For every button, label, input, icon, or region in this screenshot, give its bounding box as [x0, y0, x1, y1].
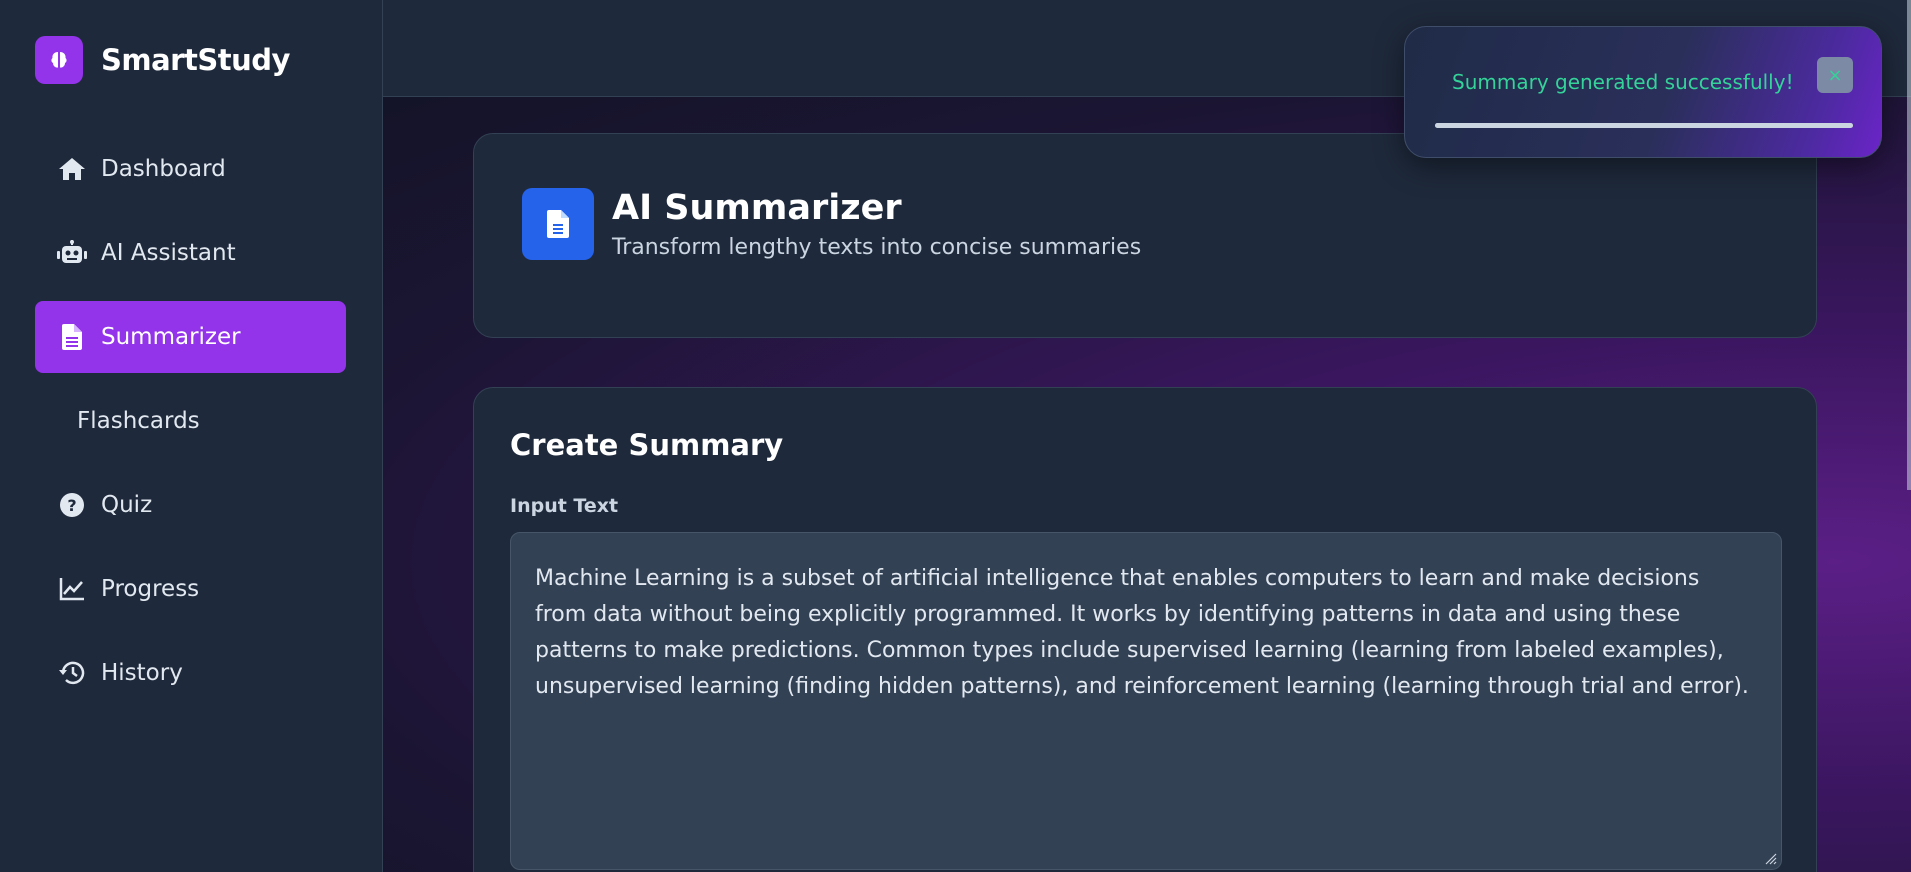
- section-title: Create Summary: [510, 428, 784, 462]
- summarizer-header-card: AI Summarizer Transform lengthy texts in…: [473, 133, 1817, 338]
- question-circle-icon: ?: [57, 490, 87, 520]
- sidebar-item-label: History: [101, 660, 183, 686]
- history-icon: [57, 658, 87, 688]
- scrollbar[interactable]: [1907, 0, 1911, 490]
- toast-progress-bar: [1435, 123, 1853, 128]
- toast-progress-fill: [1435, 123, 1853, 128]
- close-icon[interactable]: ×: [1817, 57, 1853, 93]
- brain-icon: [35, 36, 83, 84]
- input-text-area[interactable]: Machine Learning is a subset of artifici…: [510, 532, 1782, 870]
- create-summary-card: Create Summary Input Text Machine Learni…: [473, 387, 1817, 872]
- sidebar-item-label: Dashboard: [101, 156, 226, 182]
- sidebar-item-flashcards[interactable]: Flashcards: [35, 385, 346, 457]
- sidebar-item-summarizer[interactable]: Summarizer: [35, 301, 346, 373]
- input-text-label: Input Text: [510, 495, 619, 517]
- brand-name: SmartStudy: [101, 43, 290, 77]
- sidebar-item-label: Progress: [101, 576, 200, 602]
- chart-line-icon: [57, 574, 87, 604]
- page-title: AI Summarizer: [612, 188, 902, 228]
- sidebar-item-label: Summarizer: [101, 324, 241, 350]
- document-icon: [57, 322, 87, 352]
- sidebar-item-label: Quiz: [101, 492, 153, 518]
- sidebar-item-label: AI Assistant: [101, 240, 236, 266]
- document-icon: [522, 188, 594, 260]
- brand[interactable]: SmartStudy: [35, 36, 290, 84]
- page-subtitle: Transform lengthy texts into concise sum…: [612, 235, 1142, 260]
- sidebar-item-label: Flashcards: [77, 408, 200, 434]
- main-content: AI Summarizer Transform lengthy texts in…: [383, 97, 1911, 872]
- home-icon: [57, 154, 87, 184]
- sidebar: SmartStudy Dashboard AI Assistant Summar…: [0, 0, 383, 872]
- toast-notification: Summary generated successfully! ×: [1404, 26, 1882, 158]
- resize-grip-icon[interactable]: [1764, 852, 1778, 866]
- sidebar-item-ai-assistant[interactable]: AI Assistant: [35, 217, 346, 289]
- sidebar-item-progress[interactable]: Progress: [35, 553, 346, 625]
- sidebar-nav: Dashboard AI Assistant Summarizer Flashc…: [35, 133, 346, 721]
- robot-icon: [57, 238, 87, 268]
- toast-message: Summary generated successfully!: [1452, 70, 1794, 94]
- sidebar-item-dashboard[interactable]: Dashboard: [35, 133, 346, 205]
- sidebar-item-quiz[interactable]: ? Quiz: [35, 469, 346, 541]
- svg-text:?: ?: [67, 496, 76, 515]
- sidebar-item-history[interactable]: History: [35, 637, 346, 709]
